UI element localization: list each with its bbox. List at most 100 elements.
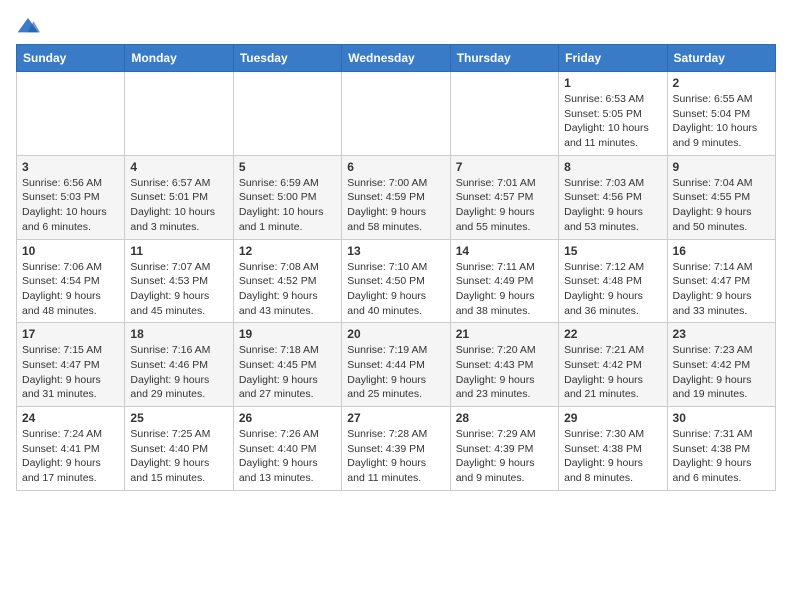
weekday-header-tuesday: Tuesday — [233, 45, 341, 72]
weekday-header-sunday: Sunday — [17, 45, 125, 72]
day-info: Sunrise: 7:26 AM Sunset: 4:40 PM Dayligh… — [239, 427, 336, 486]
day-number: 14 — [456, 244, 553, 258]
calendar-cell — [450, 72, 558, 156]
calendar-cell: 19 Sunrise: 7:18 AM Sunset: 4:45 PM Dayli… — [233, 323, 341, 407]
day-number: 11 — [130, 244, 227, 258]
day-info: Sunrise: 7:11 AM Sunset: 4:49 PM Dayligh… — [456, 260, 553, 319]
calendar-cell: 23 Sunrise: 7:23 AM Sunset: 4:42 PM Dayli… — [667, 323, 775, 407]
calendar-cell: 5 Sunrise: 6:59 AM Sunset: 5:00 PM Daylig… — [233, 155, 341, 239]
day-info: Sunrise: 7:20 AM Sunset: 4:43 PM Dayligh… — [456, 343, 553, 402]
day-info: Sunrise: 7:28 AM Sunset: 4:39 PM Dayligh… — [347, 427, 444, 486]
calendar-cell: 22Sunrise: 7:21 AM Sunset: 4:42 PM Dayli… — [559, 323, 667, 407]
calendar-header: SundayMondayTuesdayWednesdayThursdayFrid… — [17, 45, 776, 72]
day-number: 20 — [347, 327, 444, 341]
calendar-cell: 10 Sunrise: 7:06 AM Sunset: 4:54 PM Dayli… — [17, 239, 125, 323]
day-number: 9 — [673, 160, 770, 174]
calendar-cell: 1 Sunrise: 6:53 AM Sunset: 5:05 PM Daylig… — [559, 72, 667, 156]
day-info: Sunrise: 6:56 AM Sunset: 5:03 PM Dayligh… — [22, 176, 119, 235]
calendar-cell: 11 Sunrise: 7:07 AM Sunset: 4:53 PM Dayli… — [125, 239, 233, 323]
calendar-cell: 2 Sunrise: 6:55 AM Sunset: 5:04 PM Daylig… — [667, 72, 775, 156]
day-number: 4 — [130, 160, 227, 174]
weekday-header-row: SundayMondayTuesdayWednesdayThursdayFrid… — [17, 45, 776, 72]
day-info: Sunrise: 7:03 AM Sunset: 4:56 PM Dayligh… — [564, 176, 661, 235]
calendar-cell: 17 Sunrise: 7:15 AM Sunset: 4:47 PM Dayli… — [17, 323, 125, 407]
calendar-week-5: 24 Sunrise: 7:24 AM Sunset: 4:41 PM Dayli… — [17, 407, 776, 491]
calendar-cell: 29 Sunrise: 7:30 AM Sunset: 4:38 PM Dayli… — [559, 407, 667, 491]
day-number: 10 — [22, 244, 119, 258]
weekday-header-friday: Friday — [559, 45, 667, 72]
day-number: 1 — [564, 76, 661, 90]
calendar-cell — [342, 72, 450, 156]
calendar-cell: 7 Sunrise: 7:01 AM Sunset: 4:57 PM Daylig… — [450, 155, 558, 239]
day-info: Sunrise: 7:06 AM Sunset: 4:54 PM Dayligh… — [22, 260, 119, 319]
calendar-cell: 6 Sunrise: 7:00 AM Sunset: 4:59 PM Daylig… — [342, 155, 450, 239]
calendar-week-1: 1 Sunrise: 6:53 AM Sunset: 5:05 PM Daylig… — [17, 72, 776, 156]
day-number: 8 — [564, 160, 661, 174]
calendar-cell: 27 Sunrise: 7:28 AM Sunset: 4:39 PM Dayli… — [342, 407, 450, 491]
day-number: 15 — [564, 244, 661, 258]
calendar-week-4: 17 Sunrise: 7:15 AM Sunset: 4:47 PM Dayli… — [17, 323, 776, 407]
day-number: 3 — [22, 160, 119, 174]
calendar-cell: 3 Sunrise: 6:56 AM Sunset: 5:03 PM Daylig… — [17, 155, 125, 239]
day-number: 19 — [239, 327, 336, 341]
day-info: Sunrise: 7:07 AM Sunset: 4:53 PM Dayligh… — [130, 260, 227, 319]
calendar-cell: 24 Sunrise: 7:24 AM Sunset: 4:41 PM Dayli… — [17, 407, 125, 491]
day-info: Sunrise: 7:10 AM Sunset: 4:50 PM Dayligh… — [347, 260, 444, 319]
day-number: 30 — [673, 411, 770, 425]
calendar: SundayMondayTuesdayWednesdayThursdayFrid… — [16, 44, 776, 491]
day-number: 22 — [564, 327, 661, 341]
logo — [16, 16, 44, 36]
day-info: Sunrise: 7:24 AM Sunset: 4:41 PM Dayligh… — [22, 427, 119, 486]
calendar-cell: 21Sunrise: 7:20 AM Sunset: 4:43 PM Dayli… — [450, 323, 558, 407]
day-number: 29 — [564, 411, 661, 425]
day-info: Sunrise: 6:59 AM Sunset: 5:00 PM Dayligh… — [239, 176, 336, 235]
day-info: Sunrise: 7:01 AM Sunset: 4:57 PM Dayligh… — [456, 176, 553, 235]
day-info: Sunrise: 7:23 AM Sunset: 4:42 PM Dayligh… — [673, 343, 770, 402]
day-info: Sunrise: 7:00 AM Sunset: 4:59 PM Dayligh… — [347, 176, 444, 235]
calendar-cell: 30 Sunrise: 7:31 AM Sunset: 4:38 PM Dayli… — [667, 407, 775, 491]
day-info: Sunrise: 6:57 AM Sunset: 5:01 PM Dayligh… — [130, 176, 227, 235]
calendar-cell: 15 Sunrise: 7:12 AM Sunset: 4:48 PM Dayli… — [559, 239, 667, 323]
calendar-cell: 25Sunrise: 7:25 AM Sunset: 4:40 PM Dayli… — [125, 407, 233, 491]
day-number: 17 — [22, 327, 119, 341]
header — [16, 16, 776, 36]
day-info: Sunrise: 7:30 AM Sunset: 4:38 PM Dayligh… — [564, 427, 661, 486]
day-info: Sunrise: 7:19 AM Sunset: 4:44 PM Dayligh… — [347, 343, 444, 402]
calendar-cell: 26Sunrise: 7:26 AM Sunset: 4:40 PM Dayli… — [233, 407, 341, 491]
calendar-cell: 18 Sunrise: 7:16 AM Sunset: 4:46 PM Dayli… — [125, 323, 233, 407]
day-info: Sunrise: 7:08 AM Sunset: 4:52 PM Dayligh… — [239, 260, 336, 319]
day-info: Sunrise: 7:15 AM Sunset: 4:47 PM Dayligh… — [22, 343, 119, 402]
weekday-header-wednesday: Wednesday — [342, 45, 450, 72]
calendar-cell — [125, 72, 233, 156]
calendar-body: 1 Sunrise: 6:53 AM Sunset: 5:05 PM Daylig… — [17, 72, 776, 491]
day-number: 13 — [347, 244, 444, 258]
day-number: 12 — [239, 244, 336, 258]
calendar-cell: 16 Sunrise: 7:14 AM Sunset: 4:47 PM Dayli… — [667, 239, 775, 323]
weekday-header-saturday: Saturday — [667, 45, 775, 72]
day-number: 2 — [673, 76, 770, 90]
day-number: 23 — [673, 327, 770, 341]
logo-icon — [16, 16, 40, 36]
day-info: Sunrise: 7:14 AM Sunset: 4:47 PM Dayligh… — [673, 260, 770, 319]
day-info: Sunrise: 7:31 AM Sunset: 4:38 PM Dayligh… — [673, 427, 770, 486]
day-info: Sunrise: 7:18 AM Sunset: 4:45 PM Dayligh… — [239, 343, 336, 402]
day-number: 25 — [130, 411, 227, 425]
day-info: Sunrise: 7:04 AM Sunset: 4:55 PM Dayligh… — [673, 176, 770, 235]
day-number: 5 — [239, 160, 336, 174]
day-number: 18 — [130, 327, 227, 341]
calendar-cell: 13 Sunrise: 7:10 AM Sunset: 4:50 PM Dayli… — [342, 239, 450, 323]
day-number: 7 — [456, 160, 553, 174]
calendar-cell: 20 Sunrise: 7:19 AM Sunset: 4:44 PM Dayli… — [342, 323, 450, 407]
day-info: Sunrise: 7:29 AM Sunset: 4:39 PM Dayligh… — [456, 427, 553, 486]
day-number: 6 — [347, 160, 444, 174]
day-number: 27 — [347, 411, 444, 425]
calendar-cell: 8 Sunrise: 7:03 AM Sunset: 4:56 PM Daylig… — [559, 155, 667, 239]
day-number: 28 — [456, 411, 553, 425]
day-info: Sunrise: 6:55 AM Sunset: 5:04 PM Dayligh… — [673, 92, 770, 151]
day-info: Sunrise: 6:53 AM Sunset: 5:05 PM Dayligh… — [564, 92, 661, 151]
day-number: 24 — [22, 411, 119, 425]
day-info: Sunrise: 7:12 AM Sunset: 4:48 PM Dayligh… — [564, 260, 661, 319]
calendar-cell — [17, 72, 125, 156]
day-number: 16 — [673, 244, 770, 258]
day-info: Sunrise: 7:16 AM Sunset: 4:46 PM Dayligh… — [130, 343, 227, 402]
